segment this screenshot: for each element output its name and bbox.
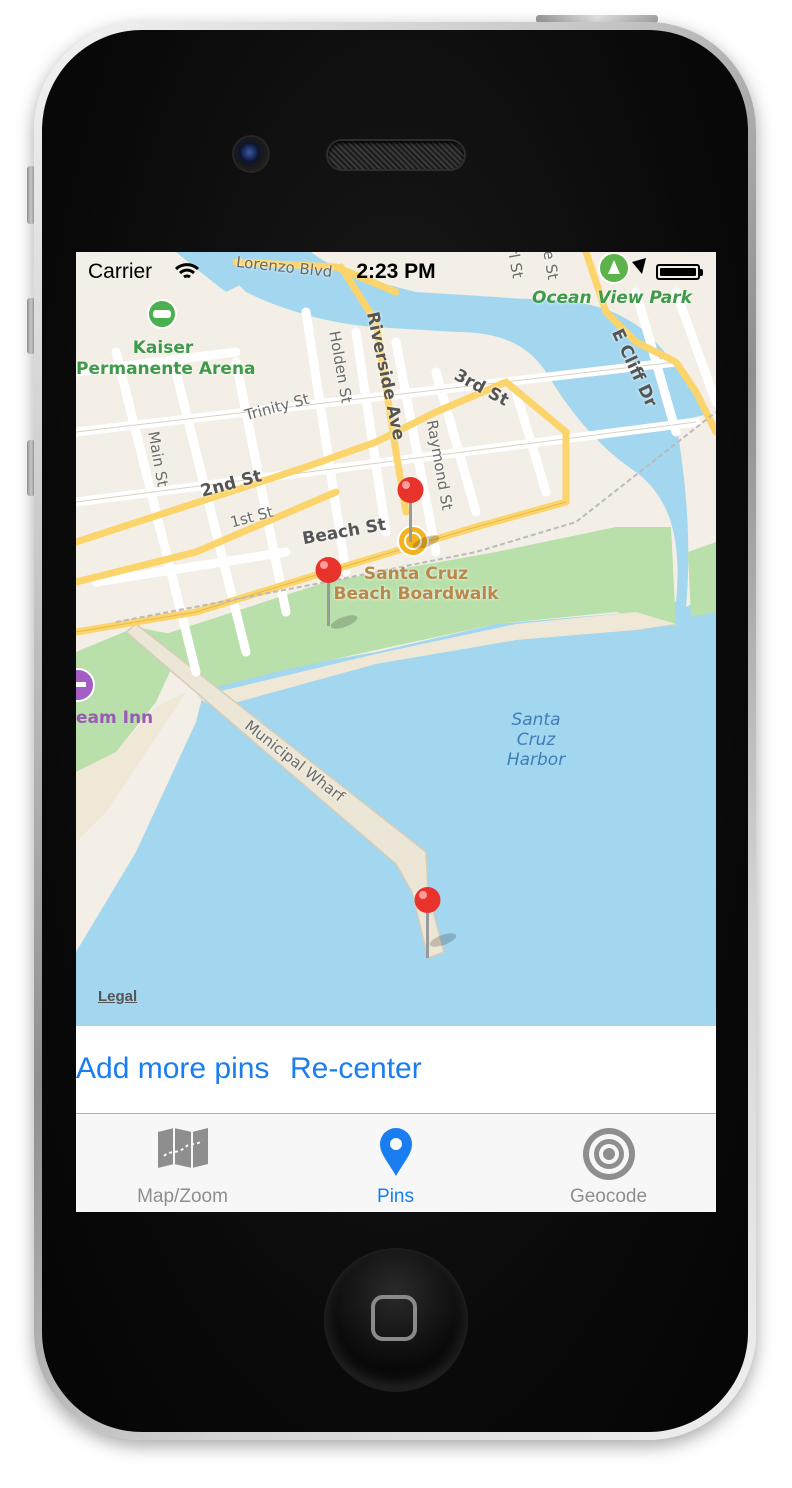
battery-icon xyxy=(656,264,700,280)
add-more-pins-button[interactable]: Add more pins xyxy=(76,1052,269,1086)
poi-label-dream-inn[interactable]: eam Inn xyxy=(76,708,153,728)
earpiece-speaker xyxy=(328,141,464,169)
tab-pins[interactable]: Pins xyxy=(289,1114,502,1212)
target-icon xyxy=(582,1128,635,1180)
tab-geocode[interactable]: Geocode xyxy=(502,1114,715,1212)
tab-label: Geocode xyxy=(569,1186,648,1207)
home-square-icon xyxy=(371,1295,417,1341)
recenter-button[interactable]: Re-center xyxy=(290,1052,422,1086)
device-screen: Lorenzo Blvd rl St e St Riverside Ave Ho… xyxy=(76,252,716,1212)
clock: 2:23 PM xyxy=(356,260,436,283)
map-view[interactable]: Lorenzo Blvd rl St e St Riverside Ave Ho… xyxy=(76,252,716,1026)
front-camera xyxy=(234,137,268,171)
map-controls: Add more pins Re-center xyxy=(76,1026,716,1112)
legal-link[interactable]: Legal xyxy=(98,988,137,1005)
map-pin[interactable] xyxy=(413,886,457,958)
tab-map-zoom[interactable]: Map/Zoom xyxy=(76,1114,289,1212)
battery-nub xyxy=(700,269,703,276)
map-icon xyxy=(157,1128,208,1168)
home-button[interactable] xyxy=(326,1250,466,1390)
water-label-harbor: Santa Cruz Harbor xyxy=(506,710,566,770)
tab-label: Pins xyxy=(377,1186,414,1207)
map-pin[interactable] xyxy=(314,556,358,629)
east-park xyxy=(688,542,716,617)
pin-icon xyxy=(379,1128,412,1176)
tab-bar: Map/Zoom Pins Geocode xyxy=(76,1113,716,1212)
map-pin[interactable] xyxy=(396,476,440,549)
status-bar: Carrier 2:23 PM xyxy=(76,252,716,292)
poi-label-kaiser[interactable]: Kaiser Permanente Arena xyxy=(76,338,256,380)
tab-label: Map/Zoom xyxy=(137,1186,228,1207)
